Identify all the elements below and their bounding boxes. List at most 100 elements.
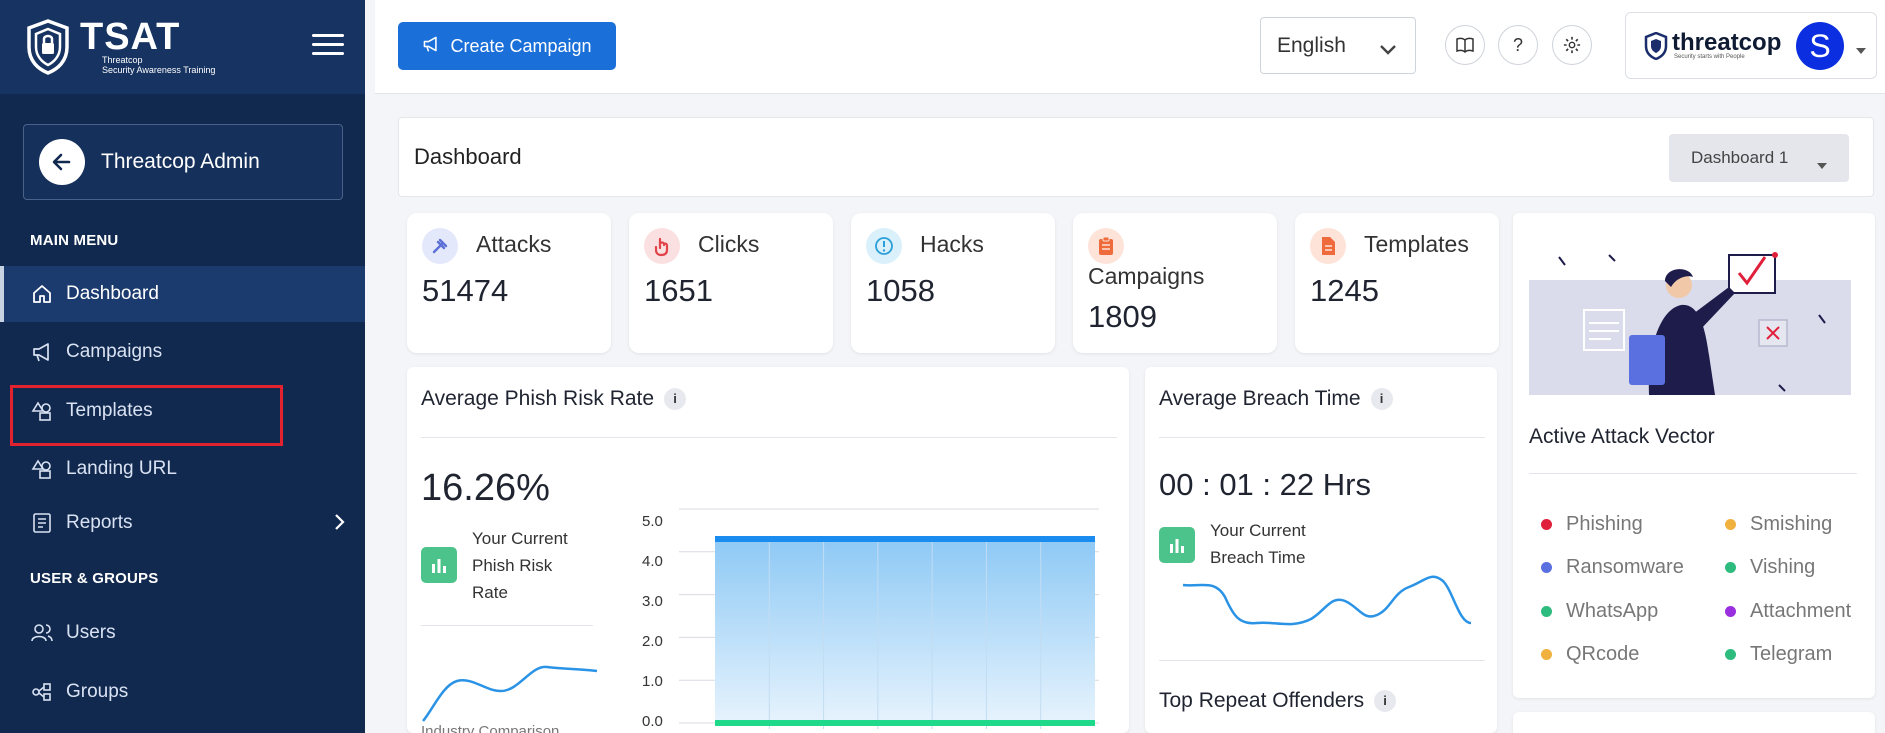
vector-label: Phishing (1566, 513, 1643, 535)
panel-title: Top Repeat Offenders i (1159, 689, 1397, 713)
vector-label: QRcode (1566, 643, 1640, 665)
sidebar-item-reports[interactable]: Reports (0, 495, 365, 551)
alert-circle-icon (866, 228, 902, 264)
legend-dot (1725, 606, 1736, 617)
series-area (715, 538, 1095, 723)
panel-title: Average Breach Time i (1159, 387, 1393, 411)
vector-item-telegram[interactable]: Telegram (1725, 643, 1832, 666)
info-icon[interactable]: i (664, 387, 687, 410)
vector-label: Attachment (1750, 600, 1852, 622)
sidebar-item-landing-url[interactable]: Landing URL (0, 441, 365, 497)
chevron-right-icon (333, 513, 345, 537)
sidebar-item-label: Groups (66, 681, 129, 702)
caret-down-icon (1817, 154, 1827, 174)
y-tick-label: 1.0 (642, 673, 663, 690)
vector-item-smishing[interactable]: Smishing (1725, 513, 1832, 536)
phish-title: Average Phish Risk Rate (421, 387, 655, 410)
profile-menu[interactable]: threatcop Security starts with People S (1625, 12, 1877, 79)
language-value: English (1277, 33, 1346, 57)
phish-risk-panel: Average Phish Risk Rate i 16.26% Your Cur… (407, 367, 1129, 733)
arrow-left-icon (39, 139, 85, 185)
sidebar-item-campaigns[interactable]: Campaigns (0, 324, 365, 380)
sidebar-item-label: Landing URL (66, 458, 177, 479)
sidebar-item-label: Dashboard (66, 283, 159, 304)
vector-item-attachment[interactable]: Attachment (1725, 600, 1851, 623)
top-header: Create Campaign English ? threatcop Secu… (375, 0, 1885, 94)
stat-label: Templates (1364, 231, 1469, 257)
admin-switch-button[interactable]: Threatcop Admin (23, 124, 343, 200)
sidebar-item-dashboard[interactable]: Dashboard (0, 266, 365, 322)
vector-item-qrcode[interactable]: QRcode (1541, 643, 1639, 666)
vector-item-whatsapp[interactable]: WhatsApp (1541, 600, 1658, 623)
sidebar-item-groups[interactable]: Groups (0, 664, 365, 720)
info-icon[interactable]: i (1370, 387, 1393, 410)
report-icon (30, 511, 54, 535)
vector-item-phishing[interactable]: Phishing (1541, 513, 1643, 536)
breach-time-panel: Average Breach Time i 00 : 01 : 22 Hrs Yo… (1145, 367, 1497, 733)
divider (1159, 437, 1485, 438)
dashboard-select-value: Dashboard 1 (1691, 148, 1789, 167)
next-panel (1513, 712, 1875, 733)
phish-caption-line2: Phish Risk (472, 556, 553, 575)
divider (1159, 660, 1485, 661)
user-groups-heading: USER & GROUPS (30, 570, 159, 587)
sidebar-item-users[interactable]: Users (0, 605, 365, 661)
sidebar-item-label: Campaigns (66, 341, 163, 362)
divider (1529, 473, 1857, 474)
phish-area-chart (679, 508, 1099, 729)
stat-label: Attacks (476, 231, 552, 257)
help-icon[interactable]: ? (1498, 25, 1538, 65)
vector-item-vishing[interactable]: Vishing (1725, 556, 1815, 579)
page-title: Dashboard (414, 144, 522, 169)
vector-title: Active Attack Vector (1529, 425, 1715, 448)
stat-card-clicks[interactable]: Clicks 1651 (629, 213, 833, 353)
panel-title: Average Phish Risk Rate i (421, 387, 687, 411)
stat-value: 1058 (866, 273, 935, 308)
pointer-click-icon (644, 228, 680, 264)
hamburger-menu-icon[interactable] (312, 34, 344, 58)
y-tick-label: 3.0 (642, 593, 663, 610)
dashboard-select[interactable]: Dashboard 1 (1669, 134, 1849, 182)
shield-logo-icon (1644, 31, 1668, 60)
breach-sparkline (1182, 575, 1472, 626)
brand-sub2: Security Awareness Training (102, 65, 216, 75)
vector-item-ransomware[interactable]: Ransomware (1541, 556, 1684, 579)
stat-card-hacks[interactable]: Hacks 1058 (851, 213, 1055, 353)
breach-time-value: 00 : 01 : 22 Hrs (1159, 467, 1371, 502)
stat-card-campaigns[interactable]: Campaigns 1809 (1073, 213, 1277, 353)
avatar[interactable]: S (1796, 22, 1844, 70)
users-icon (30, 621, 54, 645)
brand-name: TSAT (80, 16, 181, 58)
legend-dot (1541, 649, 1552, 660)
phish-caption: Your Current Phish Risk Rate (472, 525, 568, 606)
y-tick-label: 4.0 (642, 553, 663, 570)
company-logo: threatcop Security starts with People (1644, 30, 1781, 60)
phish-risk-value: 16.26% (421, 467, 550, 509)
gear-icon[interactable] (1552, 25, 1592, 65)
megaphone-icon (422, 35, 440, 58)
stat-value: 51474 (422, 273, 509, 308)
create-campaign-button[interactable]: Create Campaign (398, 22, 616, 70)
shield-logo-icon (27, 19, 69, 75)
main-menu-heading: MAIN MENU (30, 232, 119, 249)
y-tick-label: 2.0 (642, 633, 663, 650)
book-icon[interactable] (1445, 25, 1485, 65)
info-icon[interactable]: i (1374, 689, 1397, 712)
stat-card-templates[interactable]: Templates 1245 (1295, 213, 1499, 353)
stat-card-attacks[interactable]: Attacks 51474 (407, 213, 611, 353)
hacker-illustration (1529, 252, 1851, 395)
stat-label: Clicks (698, 231, 760, 257)
sidebar-item-label: Reports (66, 512, 133, 533)
legend-dot (1541, 606, 1552, 617)
industry-comparison-label: Industry Comparison (421, 723, 560, 733)
bar-chart-icon (1159, 527, 1195, 563)
stat-value: 1809 (1088, 299, 1157, 334)
document-icon (1310, 228, 1346, 264)
groups-icon (30, 680, 54, 704)
phish-caption-line3: Rate (472, 583, 508, 602)
phish-sparkline (422, 665, 598, 722)
language-select[interactable]: English (1260, 17, 1416, 74)
shapes-icon (30, 457, 54, 481)
chevron-down-icon (1379, 38, 1397, 62)
brand-logo[interactable]: TSAT Threatcop Security Awareness Traini… (26, 16, 215, 78)
